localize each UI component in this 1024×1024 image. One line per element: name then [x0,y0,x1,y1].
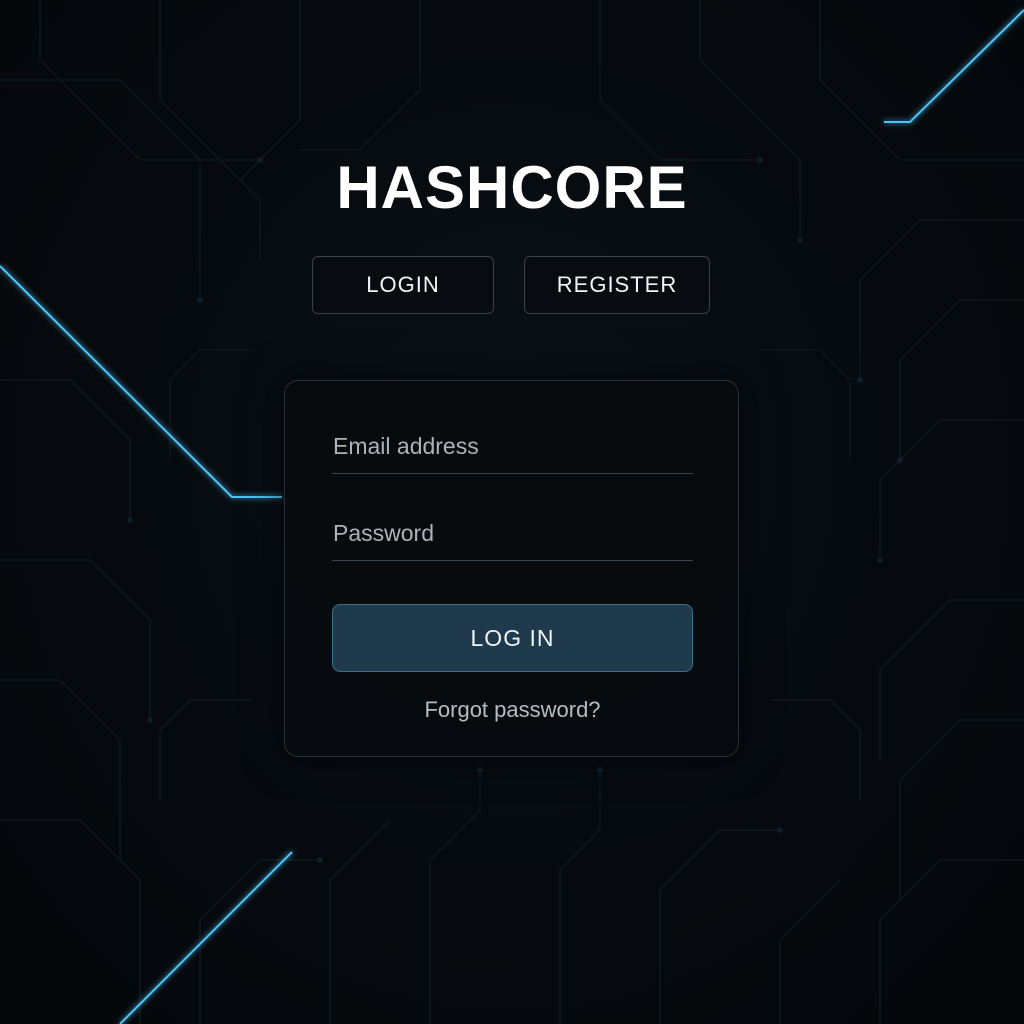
glow-line-left [0,265,282,498]
log-in-button[interactable]: LOG IN [332,604,693,672]
password-field-wrapper [332,512,693,561]
brand-title: HASHCORE [336,154,688,221]
password-input[interactable] [332,512,693,560]
login-screen: HASHCORE LOGIN REGISTER LOG IN Forgot pa… [0,0,1024,1024]
email-field-wrapper [332,425,693,474]
glow-line-bottom-left [119,851,293,1024]
login-form-card: LOG IN Forgot password? [284,380,739,757]
forgot-password-link[interactable]: Forgot password? [285,697,740,723]
register-tab-button[interactable]: REGISTER [524,256,710,314]
glow-line-top-right [884,9,1024,123]
email-input[interactable] [332,425,693,473]
login-tab-button[interactable]: LOGIN [312,256,494,314]
